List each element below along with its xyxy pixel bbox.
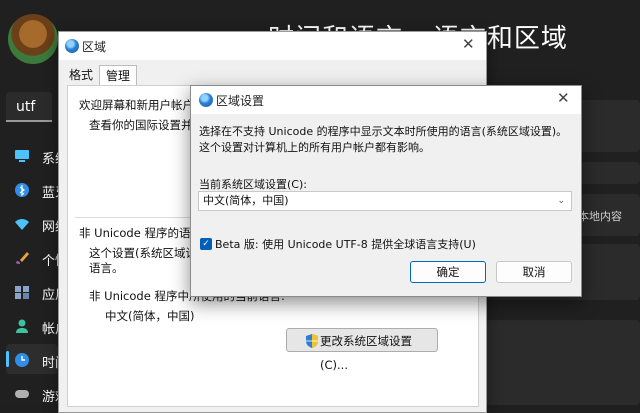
globe-icon	[65, 39, 79, 53]
change-system-locale-button[interactable]: 更改系统区域设置(C)...	[286, 328, 438, 372]
gamepad-icon	[15, 390, 29, 398]
region-titlebar[interactable]	[59, 32, 486, 60]
utf8-checkbox[interactable]: ✓	[200, 238, 212, 250]
ok-button[interactable]: 确定	[410, 261, 486, 283]
nav-selected-indicator	[6, 351, 9, 367]
wifi-icon	[15, 219, 29, 230]
tab-formats[interactable]: 格式	[63, 65, 99, 85]
apps-icon	[15, 286, 29, 299]
close-icon[interactable]: ✕	[462, 35, 475, 53]
system-locale-select[interactable]: 中文(简体，中国) ⌄	[198, 191, 572, 211]
user-avatar[interactable]	[8, 14, 58, 64]
settings-card[interactable]	[486, 320, 640, 405]
region-dialog-title: 区域	[82, 40, 107, 54]
clock-globe-icon	[15, 353, 29, 367]
globe-icon	[199, 93, 213, 107]
tab-administrative[interactable]: 管理	[99, 65, 138, 86]
change-system-locale-label: 更改系统区域设置(C)...	[320, 334, 412, 372]
region-settings-description: 选择在不支持 Unicode 的程序中显示文本时所使用的语言(系统区域设置)。这…	[199, 125, 568, 154]
system-locale-value: 中文(简体，中国)	[203, 194, 289, 207]
unicode-heading: 非 Unicode 程序的语言	[79, 226, 202, 240]
welcome-heading: 欢迎屏幕和新用户帐户	[79, 98, 194, 112]
uac-shield-icon	[306, 334, 318, 348]
monitor-icon	[15, 150, 29, 162]
cancel-button[interactable]: 取消	[496, 261, 572, 283]
bluetooth-icon	[15, 183, 29, 197]
current-language-value: 中文(简体，中国)	[105, 309, 195, 323]
brush-icon	[16, 252, 29, 264]
local-content-label: 本地内容	[578, 210, 622, 223]
welcome-description: 查看你的国际设置并将	[89, 118, 204, 132]
chevron-down-icon: ⌄	[557, 196, 565, 206]
unicode-description-cont: 语言。	[89, 261, 124, 275]
current-locale-label: 当前系统区域设置(C):	[199, 178, 307, 191]
settings-search-input[interactable]: utf	[6, 92, 52, 122]
utf8-checkbox-label[interactable]: Beta 版: 使用 Unicode UTF-8 提供全球语言支持(U)	[215, 236, 476, 252]
region-settings-dialog: 区域设置 ✕ 选择在不支持 Unicode 的程序中显示文本时所使用的语言(系统…	[190, 85, 582, 297]
close-icon[interactable]: ✕	[557, 89, 570, 107]
account-icon	[16, 319, 28, 333]
region-settings-title: 区域设置	[216, 94, 265, 108]
